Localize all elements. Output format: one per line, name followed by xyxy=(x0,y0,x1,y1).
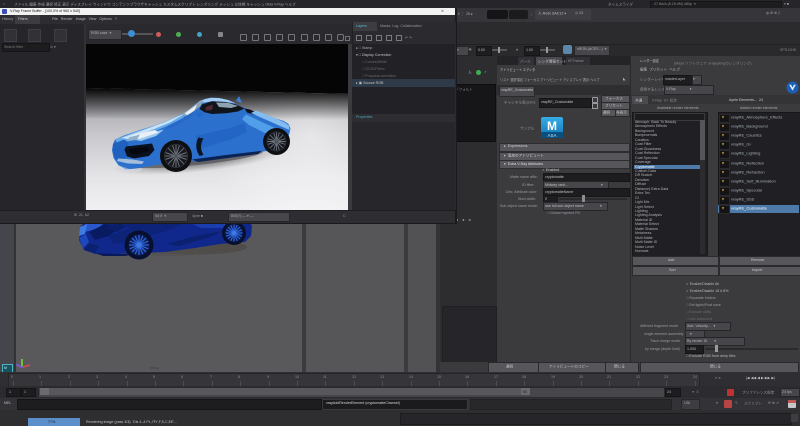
svg-text:M: M xyxy=(547,119,557,133)
svg-text:ASA: ASA xyxy=(547,133,556,138)
